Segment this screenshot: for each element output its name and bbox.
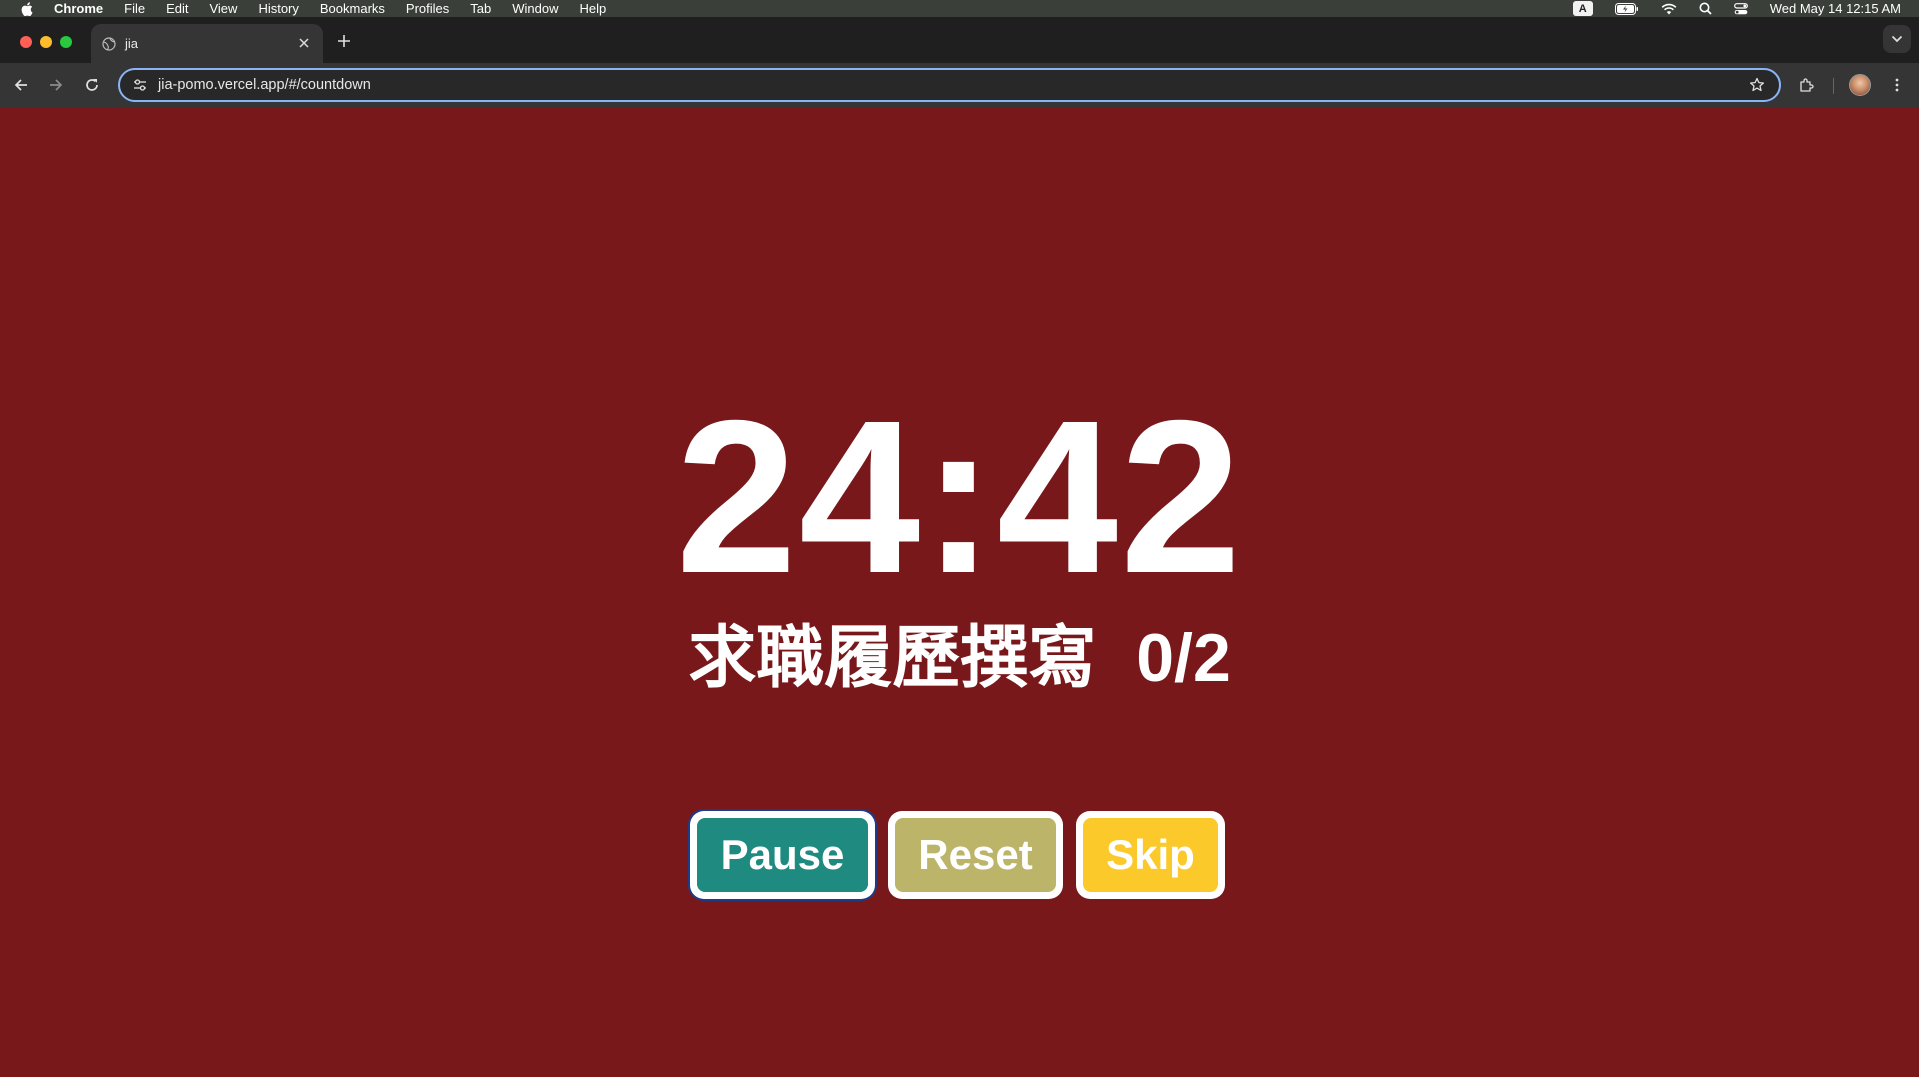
countdown-timer: 24:42 [675,376,1244,619]
toolbar-divider [1833,78,1834,94]
globe-icon [101,36,117,52]
window-zoom-button[interactable] [60,36,72,48]
bookmark-star-icon[interactable] [1745,73,1769,97]
browser-tab-strip: jia [0,17,1919,63]
apple-logo-icon[interactable] [19,0,35,17]
menu-bookmarks[interactable]: Bookmarks [320,0,385,17]
menu-tab[interactable]: Tab [470,0,491,17]
browser-tab-active[interactable]: jia [91,24,323,63]
reload-icon[interactable] [80,73,104,97]
menu-history[interactable]: History [258,0,298,17]
wifi-icon[interactable] [1661,3,1677,15]
input-source-indicator[interactable]: A [1572,1,1593,16]
pause-button-label: Pause [697,818,868,892]
menu-help[interactable]: Help [580,0,607,17]
menubar-status-area: A Wed May 14 12:15 AM [1572,0,1901,17]
menu-edit[interactable]: Edit [166,0,188,17]
reset-button[interactable]: Reset [888,811,1063,899]
menu-view[interactable]: View [209,0,237,17]
tab-title: jia [125,36,139,51]
back-arrow-icon[interactable] [9,73,33,97]
control-center-icon[interactable] [1733,2,1748,15]
profile-avatar[interactable] [1848,73,1872,97]
menu-window[interactable]: Window [512,0,558,17]
pause-button[interactable]: Pause [690,811,875,899]
url-text[interactable]: jia-pomo.vercel.app/#/countdown [158,77,1745,93]
menu-file[interactable]: File [124,0,145,17]
macos-menu-bar: Chrome File Edit View History Bookmarks … [0,0,1919,17]
skip-button[interactable]: Skip [1076,811,1225,899]
window-close-button[interactable] [20,36,32,48]
address-bar[interactable]: jia-pomo.vercel.app/#/countdown [118,68,1781,102]
timer-controls: Pause Reset Skip [690,811,1225,899]
window-minimize-button[interactable] [40,36,52,48]
extensions-puzzle-icon[interactable] [1795,73,1819,97]
menu-profiles[interactable]: Profiles [406,0,449,17]
menu-chrome[interactable]: Chrome [54,0,103,17]
new-tab-plus-icon[interactable] [332,29,356,53]
avatar-image [1849,74,1871,96]
current-task-row: 求職履歷撰寫 0/2 [0,618,1919,698]
battery-icon[interactable] [1614,2,1639,15]
browser-toolbar: jia-pomo.vercel.app/#/countdown [0,63,1919,108]
site-info-tune-icon[interactable] [130,75,150,95]
task-progress-count: 0/2 [1136,620,1231,696]
reset-button-label: Reset [895,818,1056,892]
tab-search-chevron-down-icon[interactable] [1883,25,1911,53]
task-name: 求職履歷撰寫 [688,620,1097,696]
menubar-clock[interactable]: Wed May 14 12:15 AM [1770,1,1901,16]
pomodoro-countdown-page: 24:42 求職履歷撰寫 0/2 Pause Reset Skip [0,108,1919,1077]
chrome-menu-kebab-icon[interactable] [1885,73,1909,97]
forward-arrow-icon[interactable] [44,73,68,97]
tab-close-icon[interactable] [295,35,313,53]
skip-button-label: Skip [1083,818,1218,892]
spotlight-search-icon[interactable] [1699,2,1712,15]
